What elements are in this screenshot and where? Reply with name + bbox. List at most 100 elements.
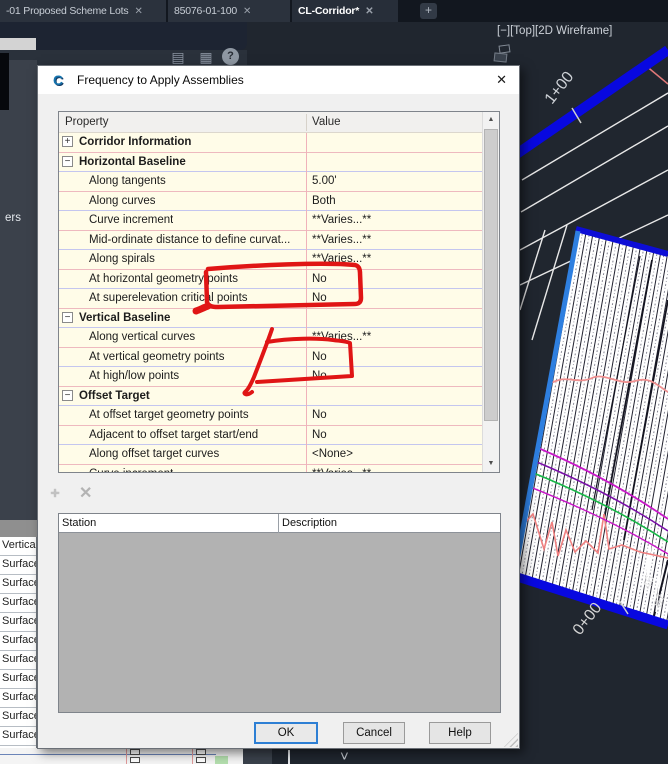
column-separator[interactable]	[306, 114, 307, 131]
add-station-button[interactable]: +	[43, 481, 67, 504]
help-button[interactable]: Help	[429, 722, 491, 744]
column-separator-line	[306, 133, 307, 472]
list-item[interactable]: Surface	[0, 708, 36, 727]
list-item[interactable]: Surface	[0, 670, 36, 689]
property-value[interactable]: No	[312, 429, 327, 441]
property-value[interactable]: <None>	[312, 448, 353, 460]
grid-row-along-offset-target-curves[interactable]: Along offset target curves <None>	[59, 445, 482, 465]
list-item[interactable]: Surface	[0, 613, 36, 632]
grid-row-corridor-information[interactable]: + Corridor Information	[59, 133, 482, 153]
grid-header: Property Value	[59, 112, 482, 133]
list-item[interactable]: Vertica	[0, 537, 36, 556]
scroll-up-icon[interactable]: ▲	[483, 112, 499, 128]
property-value[interactable]: **Varies...**	[312, 234, 371, 246]
grid-row-horizontal-baseline[interactable]: − Horizontal Baseline	[59, 153, 482, 172]
grid-row-curve-increment[interactable]: Curve increment **Varies...**	[59, 211, 482, 231]
grid-row-along-spirals[interactable]: Along spirals **Varies...**	[59, 250, 482, 270]
toolspace-panel: ers	[0, 60, 37, 520]
alignment-line-top[interactable]	[502, 45, 668, 167]
grid-row-superelevation-critical-points[interactable]: At superelevation critical points No	[59, 289, 482, 309]
grid-row-along-vertical-curves[interactable]: Along vertical curves **Varies...**	[59, 328, 482, 348]
checkbox[interactable]	[130, 749, 140, 755]
property-column-header: Property	[65, 116, 109, 128]
collapse-icon[interactable]: −	[62, 389, 73, 401]
cancel-button[interactable]: Cancel	[343, 722, 405, 744]
grid-row-mid-ordinate[interactable]: Mid-ordinate distance to define curvat..…	[59, 231, 482, 250]
list-item[interactable]: Surface	[0, 594, 36, 613]
ok-button[interactable]: OK	[254, 722, 318, 744]
collapse-icon[interactable]: −	[62, 155, 73, 167]
grid-row-horizontal-geometry-points[interactable]: At horizontal geometry points No	[59, 270, 482, 289]
panorama-icon[interactable]: ▤	[168, 47, 188, 67]
checkbox[interactable]	[130, 757, 140, 763]
column-separator[interactable]	[278, 514, 279, 533]
statusbar-divider	[288, 750, 290, 764]
property-value[interactable]: No	[312, 409, 327, 421]
grid-scrollbar[interactable]: ▲ ▼	[482, 112, 499, 472]
list-panel-cap	[0, 520, 37, 537]
background-grid-strip	[0, 748, 272, 764]
frequency-to-apply-assemblies-dialog: C Frequency to Apply Assemblies ✕ Proper…	[37, 65, 520, 749]
property-value[interactable]: **Varies...**	[312, 331, 371, 343]
value-column-header: Value	[312, 116, 341, 128]
help-icon[interactable]: ?	[222, 48, 239, 65]
checkbox[interactable]	[196, 757, 206, 763]
tab-close-icon[interactable]: ✕	[243, 6, 251, 17]
property-value[interactable]: No	[312, 273, 327, 285]
property-label: Horizontal Baseline	[79, 155, 186, 168]
grid-row-clipped[interactable]: Curve increment **Varies...**	[59, 465, 482, 473]
station-table[interactable]: Station Description	[58, 513, 501, 713]
grid-row-vertical-geometry-points[interactable]: At vertical geometry points No	[59, 348, 482, 367]
tab-label: -01 Proposed Scheme Lots	[6, 5, 129, 17]
file-tab-cl-corridor[interactable]: CL-Corridor* ✕	[292, 0, 398, 22]
tab-close-icon[interactable]: ✕	[365, 6, 373, 17]
dialog-title: Frequency to Apply Assemblies	[77, 73, 244, 87]
grid-row-adjacent-offset-target[interactable]: Adjacent to offset target start/end No	[59, 426, 482, 445]
property-label: Curve increment	[89, 468, 173, 473]
file-tab-proposed-scheme-lots[interactable]: -01 Proposed Scheme Lots ✕	[0, 0, 166, 22]
list-item[interactable]: Surface	[0, 689, 36, 708]
dialog-titlebar[interactable]: C Frequency to Apply Assemblies ✕	[38, 66, 519, 94]
list-item[interactable]: Surface	[0, 632, 36, 651]
list-item[interactable]: Surface	[0, 727, 36, 746]
grid-row-offset-target[interactable]: − Offset Target	[59, 387, 482, 406]
property-value[interactable]: 5.00'	[312, 175, 337, 187]
property-value[interactable]: **Varies...**	[312, 253, 371, 265]
collapse-icon[interactable]: −	[62, 311, 73, 323]
property-value[interactable]: No	[312, 370, 327, 382]
property-label: Along curves	[89, 194, 156, 207]
file-tab-85076-01-100[interactable]: 85076-01-100 ✕	[168, 0, 290, 22]
grid-body: + Corridor Information − Horizontal Base…	[59, 133, 482, 472]
property-value[interactable]: **Varies...**	[312, 214, 371, 226]
resize-grip[interactable]	[504, 733, 518, 747]
list-item[interactable]: Surface	[0, 651, 36, 670]
list-item[interactable]: Surface	[0, 556, 36, 575]
collapse-chevron-icon[interactable]: ˅	[340, 748, 349, 764]
checkbox[interactable]	[196, 749, 206, 755]
panel-edge-strip	[0, 38, 36, 50]
viewport-controls-label[interactable]: [−][Top][2D Wireframe]	[497, 25, 612, 37]
grid-row-along-curves[interactable]: Along curves Both	[59, 192, 482, 211]
grid-row-offset-target-geometry-points[interactable]: At offset target geometry points No	[59, 406, 482, 426]
property-label: Offset Target	[79, 389, 150, 402]
grid-row-along-tangents[interactable]: Along tangents 5.00'	[59, 172, 482, 192]
event-viewer-icon[interactable]: ▦	[196, 47, 216, 67]
property-value[interactable]: No	[312, 292, 327, 304]
grid-row-vertical-baseline[interactable]: − Vertical Baseline	[59, 309, 482, 328]
property-label: Adjacent to offset target start/end	[89, 428, 259, 441]
tab-close-icon[interactable]: ✕	[134, 6, 142, 17]
close-icon[interactable]: ✕	[496, 72, 507, 88]
property-value[interactable]: No	[312, 351, 327, 363]
list-item[interactable]: Surface	[0, 575, 36, 594]
property-value[interactable]: **Varies...**	[312, 468, 371, 473]
grid-row-high-low-points[interactable]: At high/low points No	[59, 367, 482, 387]
property-value[interactable]: Both	[312, 195, 336, 207]
expand-icon[interactable]: +	[62, 136, 73, 147]
new-tab-button[interactable]: +	[420, 3, 437, 19]
property-label: Curve increment	[89, 214, 174, 226]
property-label: Along spirals	[89, 253, 155, 265]
scroll-down-icon[interactable]: ▼	[483, 456, 499, 472]
scrollbar-thumb[interactable]	[484, 129, 498, 421]
delete-station-button[interactable]: ✕	[73, 481, 97, 504]
property-label: At superelevation critical points	[89, 292, 248, 304]
